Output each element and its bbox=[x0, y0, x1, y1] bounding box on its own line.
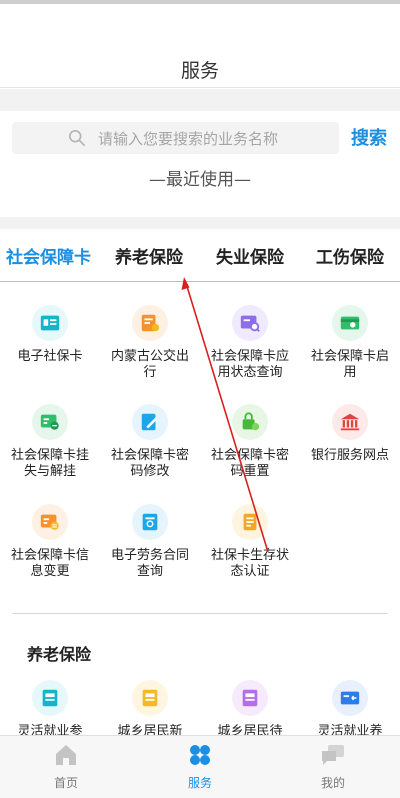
service-card-enable[interactable]: 社会保障卡启用 bbox=[300, 305, 400, 381]
card-enable-icon bbox=[332, 305, 368, 341]
certify-icon bbox=[232, 504, 268, 540]
service-label: 社会保障卡应用状态查询 bbox=[210, 349, 289, 380]
tab-unemployment-insurance[interactable]: 失业保险 bbox=[216, 243, 284, 268]
resident-wait-icon bbox=[232, 680, 268, 716]
section-gap bbox=[0, 217, 400, 229]
home-icon bbox=[56, 745, 76, 765]
nav-label: 我的 bbox=[320, 776, 345, 790]
service-electronic-card[interactable]: 电子社保卡 bbox=[0, 305, 100, 365]
card-edit-icon bbox=[132, 404, 168, 440]
card-reset-icon bbox=[232, 404, 268, 440]
tab-social-security-card[interactable]: 社会保障卡 bbox=[6, 243, 91, 268]
search-input[interactable]: 请输入您要搜索的业务名称 bbox=[12, 122, 339, 154]
service-flexible-employment[interactable]: 灵活就业参 bbox=[0, 680, 100, 740]
flex-insure-icon bbox=[32, 680, 68, 716]
nav-label: 服务 bbox=[187, 776, 212, 790]
service-bank-outlets[interactable]: 银行服务网点 bbox=[300, 404, 400, 464]
section-gap bbox=[0, 89, 400, 111]
recent-use-label: —最近使用— bbox=[149, 170, 251, 190]
contract-icon bbox=[132, 504, 168, 540]
card-lock-icon bbox=[32, 404, 68, 440]
tab-injury-insurance[interactable]: 工伤保险 bbox=[316, 243, 384, 268]
section-divider bbox=[12, 613, 388, 614]
bus-card-icon bbox=[132, 305, 168, 341]
service-card-password-change[interactable]: 社会保障卡密码修改 bbox=[100, 404, 200, 480]
service-resident-benefit[interactable]: 城乡居民待 bbox=[200, 680, 300, 740]
pension-section-title: 养老保险 bbox=[27, 645, 92, 664]
card-search-icon bbox=[232, 305, 268, 341]
service-card-report-loss[interactable]: 社会保障卡挂失与解挂 bbox=[0, 404, 100, 480]
title-bar: 服务 bbox=[0, 4, 400, 88]
service-survival-certification[interactable]: 社保卡生存状态认证 bbox=[200, 504, 300, 580]
category-tabs: 社会保障卡 养老保险 失业保险 工伤保险 bbox=[0, 229, 400, 282]
services-icon bbox=[190, 745, 210, 765]
nav-mine[interactable]: 我的 bbox=[293, 742, 373, 791]
search-placeholder: 请输入您要搜索的业务名称 bbox=[98, 130, 279, 148]
service-label: 电子社保卡 bbox=[17, 349, 83, 364]
service-card-info-change[interactable]: 社会保障卡信息变更 bbox=[0, 504, 100, 580]
search-area: 请输入您要搜索的业务名称 搜索 —最近使用— bbox=[0, 111, 400, 217]
bottom-nav: 首页 服务 我的 bbox=[0, 735, 400, 798]
card-change-icon bbox=[32, 504, 68, 540]
tax-icon bbox=[332, 680, 368, 716]
nav-home[interactable]: 首页 bbox=[26, 742, 106, 791]
nav-services[interactable]: 服务 bbox=[160, 742, 240, 791]
service-label: 社保卡生存状态认证 bbox=[210, 548, 289, 579]
service-label: 社会保障卡密码重置 bbox=[210, 448, 289, 479]
service-label: 银行服务网点 bbox=[310, 448, 389, 463]
service-label: 社会保障卡启用 bbox=[310, 349, 389, 380]
page-title: 服务 bbox=[180, 60, 219, 82]
search-button[interactable]: 搜索 bbox=[351, 124, 387, 150]
service-flexible-pension[interactable]: 灵活就业养 bbox=[300, 680, 400, 740]
tab-pension-insurance[interactable]: 养老保险 bbox=[115, 243, 183, 268]
service-card-password-reset[interactable]: 社会保障卡密码重置 bbox=[200, 404, 300, 480]
nav-label: 首页 bbox=[53, 776, 78, 790]
service-label: 社会保障卡密码修改 bbox=[110, 448, 189, 479]
service-label: 内蒙古公交出行 bbox=[110, 349, 189, 380]
service-resident-new[interactable]: 城乡居民新 bbox=[100, 680, 200, 740]
bank-icon bbox=[332, 404, 368, 440]
service-label: 社会保障卡挂失与解挂 bbox=[10, 448, 89, 479]
service-bus-travel[interactable]: 内蒙古公交出行 bbox=[100, 305, 200, 381]
resident-new-icon bbox=[132, 680, 168, 716]
service-labor-contract-query[interactable]: 电子劳务合同查询 bbox=[100, 504, 200, 580]
service-label: 电子劳务合同查询 bbox=[110, 548, 189, 579]
chat-icon bbox=[322, 745, 344, 765]
search-icon bbox=[68, 129, 86, 147]
service-card-status-query[interactable]: 社会保障卡应用状态查询 bbox=[200, 305, 300, 381]
service-label: 社会保障卡信息变更 bbox=[10, 548, 89, 579]
id-card-icon bbox=[32, 305, 68, 341]
